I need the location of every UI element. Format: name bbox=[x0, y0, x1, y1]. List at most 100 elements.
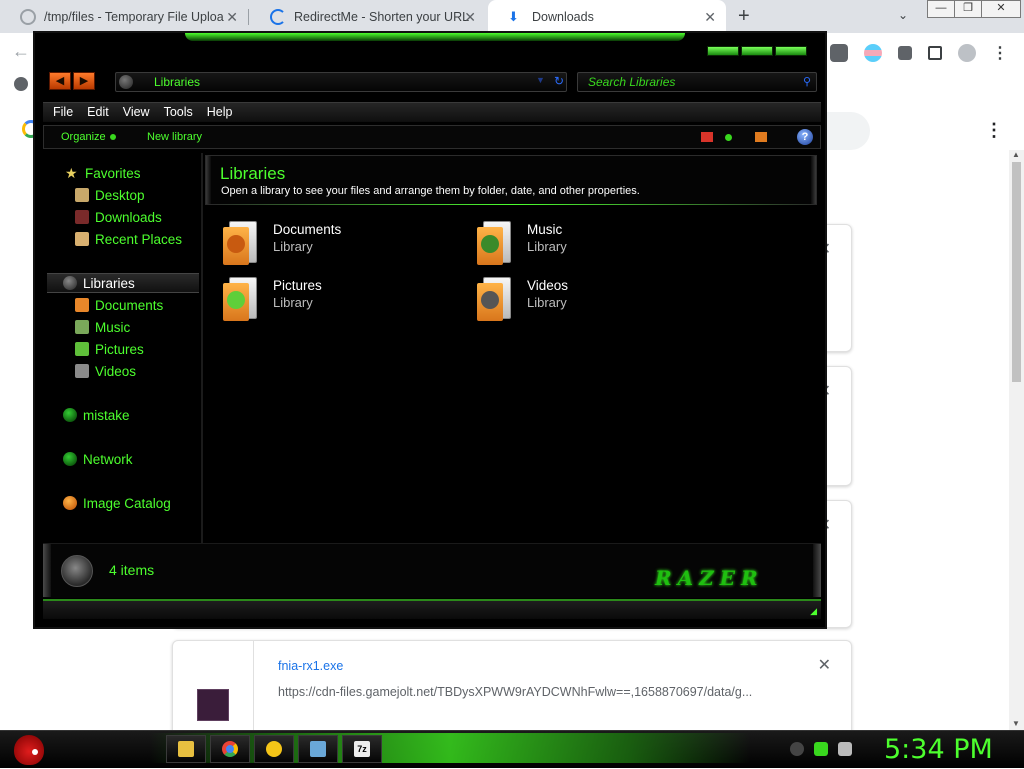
taskbar-photo[interactable] bbox=[298, 735, 338, 763]
forward-button[interactable]: ▶ bbox=[73, 72, 95, 90]
library-pictures[interactable]: Pictures Library bbox=[223, 274, 463, 324]
maximize-button[interactable] bbox=[741, 46, 773, 56]
library-type: Library bbox=[273, 239, 313, 254]
page-scrollbar[interactable]: ▲ ▼ bbox=[1009, 150, 1024, 730]
back-button[interactable]: ◀ bbox=[49, 72, 71, 90]
tab-tmp-files[interactable]: /tmp/files - Temporary File Uploa ✕ bbox=[0, 0, 248, 33]
taskbar-messenger[interactable] bbox=[254, 735, 294, 763]
details-edge bbox=[43, 544, 51, 597]
menu-tools[interactable]: Tools bbox=[164, 105, 203, 119]
tab-downloads[interactable]: ⬇ Downloads ✕ bbox=[488, 0, 726, 33]
tab-redirectme[interactable]: RedirectMe - Shorten your URL to ✕ bbox=[250, 0, 486, 33]
chevron-down-icon[interactable]: ⌄ bbox=[898, 8, 908, 22]
more-options-icon[interactable]: ⋮ bbox=[985, 120, 1003, 141]
scroll-up-icon[interactable]: ▲ bbox=[1012, 150, 1020, 159]
nav-documents[interactable]: Documents bbox=[75, 295, 163, 315]
scroll-thumb[interactable] bbox=[1012, 162, 1021, 382]
navigation-pane: ★ Favorites Desktop Downloads Recent Pla… bbox=[43, 153, 203, 543]
flag-extension-icon[interactable] bbox=[864, 44, 882, 62]
maximize-button[interactable]: ❐ bbox=[954, 0, 982, 18]
close-icon[interactable]: ✕ bbox=[464, 9, 476, 26]
resize-grip-icon[interactable]: ◢ bbox=[810, 606, 817, 617]
ublock-icon[interactable] bbox=[830, 44, 848, 62]
nav-favorites[interactable]: ★ Favorites bbox=[65, 163, 141, 183]
start-button[interactable] bbox=[8, 731, 48, 769]
search-input[interactable]: Search Libraries ⚲ bbox=[577, 72, 817, 92]
libraries-disc-icon bbox=[61, 555, 93, 587]
close-icon[interactable]: ✕ bbox=[818, 655, 831, 675]
header-edge bbox=[811, 156, 816, 204]
puzzle-icon[interactable] bbox=[898, 46, 912, 60]
menu-kebab-icon[interactable]: ⋮ bbox=[992, 43, 1008, 63]
profile-avatar[interactable] bbox=[958, 44, 976, 62]
nav-user[interactable]: mistake bbox=[63, 405, 130, 425]
new-tab-button[interactable]: + bbox=[738, 5, 750, 28]
download-file-link[interactable]: fnia-rx1.exe bbox=[278, 659, 343, 673]
nav-desktop[interactable]: Desktop bbox=[75, 185, 145, 205]
minimize-button[interactable]: — bbox=[927, 0, 955, 18]
library-music[interactable]: Music Library bbox=[477, 218, 717, 268]
library-videos[interactable]: Videos Library bbox=[477, 274, 717, 324]
nav-downloads[interactable]: Downloads bbox=[75, 207, 162, 227]
taskbar-clock[interactable]: 5:34 PM bbox=[884, 734, 993, 765]
preview-pane-icon[interactable] bbox=[755, 132, 767, 142]
nav-label: Videos bbox=[95, 363, 137, 379]
downloads-icon bbox=[75, 210, 89, 224]
nav-image-catalog[interactable]: Image Catalog bbox=[63, 493, 171, 513]
view-options-icon[interactable] bbox=[701, 132, 713, 142]
close-icon[interactable]: ✕ bbox=[704, 9, 716, 26]
desktop-icon bbox=[75, 188, 89, 202]
taskbar-7zip[interactable]: 7z bbox=[342, 735, 382, 763]
tray-arrow-icon[interactable] bbox=[790, 742, 804, 756]
library-documents[interactable]: Documents Library bbox=[223, 218, 463, 268]
refresh-icon[interactable]: ↻ bbox=[554, 74, 564, 88]
pictures-icon bbox=[75, 342, 89, 356]
nav-videos[interactable]: Videos bbox=[75, 361, 136, 381]
loading-icon bbox=[20, 8, 36, 25]
nav-pictures[interactable]: Pictures bbox=[75, 339, 144, 359]
side-panel-icon[interactable] bbox=[928, 46, 942, 60]
documents-icon bbox=[75, 298, 89, 312]
menu-help[interactable]: Help bbox=[207, 105, 243, 119]
nav-label: Network bbox=[83, 451, 133, 467]
volume-icon[interactable] bbox=[838, 742, 852, 756]
close-icon[interactable]: ✕ bbox=[226, 9, 238, 26]
nav-label: Pictures bbox=[95, 341, 144, 357]
taskbar-chrome[interactable] bbox=[210, 735, 250, 763]
seven-zip-icon: 7z bbox=[354, 741, 370, 757]
organize-button[interactable]: Organize bbox=[61, 131, 116, 143]
close-window-button[interactable]: ✕ bbox=[981, 0, 1021, 18]
loading-icon bbox=[270, 8, 286, 25]
tab-divider bbox=[248, 9, 249, 25]
close-window-button[interactable] bbox=[775, 46, 807, 56]
chevron-down-icon[interactable]: ▼ bbox=[536, 75, 545, 85]
nav-label: Music bbox=[95, 319, 131, 335]
organize-label: Organize bbox=[61, 131, 106, 143]
page-title: Libraries bbox=[220, 164, 286, 183]
scroll-down-icon[interactable]: ▼ bbox=[1012, 719, 1020, 728]
menu-view[interactable]: View bbox=[123, 105, 160, 119]
nav-libraries[interactable]: Libraries bbox=[63, 273, 135, 293]
window-controls: — ❐ ✕ bbox=[927, 0, 1021, 18]
address-bar[interactable]: Libraries ▼ ↻ bbox=[115, 72, 567, 92]
nav-recent-places[interactable]: Recent Places bbox=[75, 229, 182, 249]
library-type: Library bbox=[527, 239, 567, 254]
nav-music[interactable]: Music bbox=[75, 317, 130, 337]
menu-file[interactable]: File bbox=[53, 105, 83, 119]
taskbar-explorer[interactable] bbox=[166, 735, 206, 763]
download-url[interactable]: https://cdn-files.gamejolt.net/TBDysXPWW… bbox=[278, 685, 752, 699]
new-library-button[interactable]: New library bbox=[147, 131, 202, 143]
header-edge bbox=[206, 156, 211, 204]
nav-network[interactable]: Network bbox=[63, 449, 133, 469]
browser-tab-strip: /tmp/files - Temporary File Uploa ✕ Redi… bbox=[0, 0, 1024, 33]
library-type: Library bbox=[273, 295, 313, 310]
minimize-button[interactable] bbox=[707, 46, 739, 56]
globe-icon[interactable] bbox=[14, 77, 28, 91]
search-icon[interactable]: ⚲ bbox=[803, 75, 811, 88]
library-name: Pictures bbox=[273, 278, 322, 293]
library-name: Documents bbox=[273, 222, 342, 237]
menu-edit[interactable]: Edit bbox=[87, 105, 119, 119]
help-icon[interactable]: ? bbox=[797, 129, 813, 145]
back-arrow-icon[interactable]: ← bbox=[12, 41, 30, 62]
network-tray-icon[interactable] bbox=[814, 742, 828, 756]
